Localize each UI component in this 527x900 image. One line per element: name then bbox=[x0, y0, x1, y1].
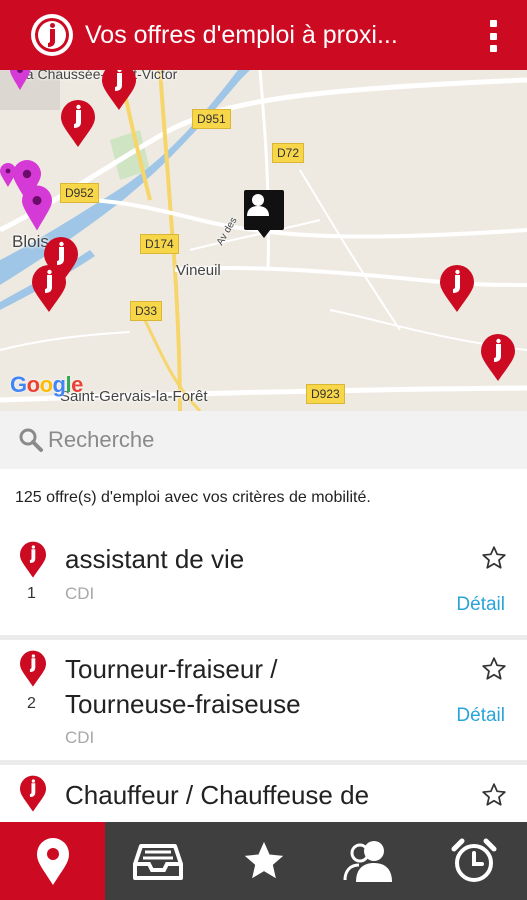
job-title-line2[interactable]: Tourneuse-fraiseuse bbox=[65, 686, 301, 722]
job-contract-type: CDI bbox=[65, 584, 95, 603]
favorite-star-icon[interactable] bbox=[481, 545, 507, 571]
search-icon bbox=[19, 428, 43, 452]
job-map-pin-icon[interactable] bbox=[440, 261, 474, 317]
detail-link[interactable]: Détail bbox=[456, 705, 505, 727]
job-card[interactable]: Chauffeur / Chauffeuse de bbox=[0, 765, 527, 822]
detail-link[interactable]: Détail bbox=[456, 594, 505, 616]
job-map-pin-icon[interactable] bbox=[61, 99, 95, 149]
star-icon bbox=[244, 841, 283, 879]
road-label-d923: D923 bbox=[306, 384, 345, 404]
app-bar: Vos offres d'emploi à proxi... bbox=[0, 0, 527, 70]
bottom-navigation bbox=[0, 822, 527, 900]
job-map-pin-icon[interactable] bbox=[481, 330, 515, 386]
job-pin-icon bbox=[20, 541, 46, 578]
map-pin-icon bbox=[36, 838, 69, 885]
job-rank: 1 bbox=[27, 585, 36, 602]
poi-map-pin-icon[interactable] bbox=[22, 180, 52, 236]
road-label-d951: D951 bbox=[192, 109, 231, 129]
poi-map-pin-icon[interactable] bbox=[10, 70, 30, 90]
nav-favorites-tab[interactable] bbox=[211, 822, 316, 900]
job-card[interactable]: 1 assistant de vie CDI Détail bbox=[0, 531, 527, 635]
road-label-d174: D174 bbox=[140, 234, 179, 254]
overflow-menu-icon[interactable] bbox=[487, 20, 499, 52]
road-label-d952: D952 bbox=[60, 183, 99, 203]
alarm-clock-icon bbox=[451, 838, 497, 882]
map-label-la-chaussee: La Chaussée-Saint-Victor bbox=[18, 70, 178, 82]
job-title[interactable]: assistant de vie bbox=[65, 541, 244, 577]
app-title: Vos offres d'emploi à proxi... bbox=[85, 20, 398, 49]
job-title[interactable]: Chauffeur / Chauffeuse de bbox=[65, 777, 369, 813]
results-summary: 125 offre(s) d'emploi avec vos critères … bbox=[0, 469, 527, 531]
nav-alerts-tab[interactable] bbox=[422, 822, 527, 900]
job-map-pin-icon[interactable] bbox=[32, 263, 66, 315]
nav-map-tab[interactable] bbox=[0, 822, 106, 900]
map-label-vineuil: Vineuil bbox=[176, 262, 221, 279]
job-title[interactable]: Tourneur-fraiseur / bbox=[65, 651, 277, 687]
my-location-marker-icon[interactable] bbox=[244, 190, 284, 238]
job-map-pin-icon[interactable] bbox=[102, 70, 136, 110]
job-rank: 2 bbox=[27, 695, 36, 712]
job-pin-icon bbox=[20, 775, 46, 812]
road-label-d72: D72 bbox=[272, 143, 305, 163]
job-contract-type: CDI bbox=[65, 728, 95, 747]
job-card[interactable]: 2 Tourneur-fraiseur / Tourneuse-fraiseus… bbox=[0, 640, 527, 760]
favorite-star-icon[interactable] bbox=[481, 782, 507, 808]
nav-inbox-tab[interactable] bbox=[105, 822, 210, 900]
contacts-icon bbox=[343, 841, 392, 882]
google-logo: Google bbox=[10, 372, 83, 397]
inbox-icon bbox=[133, 844, 184, 880]
road-label-d33: D33 bbox=[130, 301, 163, 321]
map-view[interactable]: La Chaussée-Saint-Victor Blois Vineuil S… bbox=[0, 70, 527, 411]
search-input[interactable] bbox=[48, 427, 488, 453]
app-logo-icon bbox=[31, 14, 73, 56]
favorite-star-icon[interactable] bbox=[481, 656, 507, 682]
nav-profile-tab[interactable] bbox=[316, 822, 421, 900]
job-pin-icon bbox=[20, 650, 46, 687]
search-bar bbox=[0, 411, 527, 469]
